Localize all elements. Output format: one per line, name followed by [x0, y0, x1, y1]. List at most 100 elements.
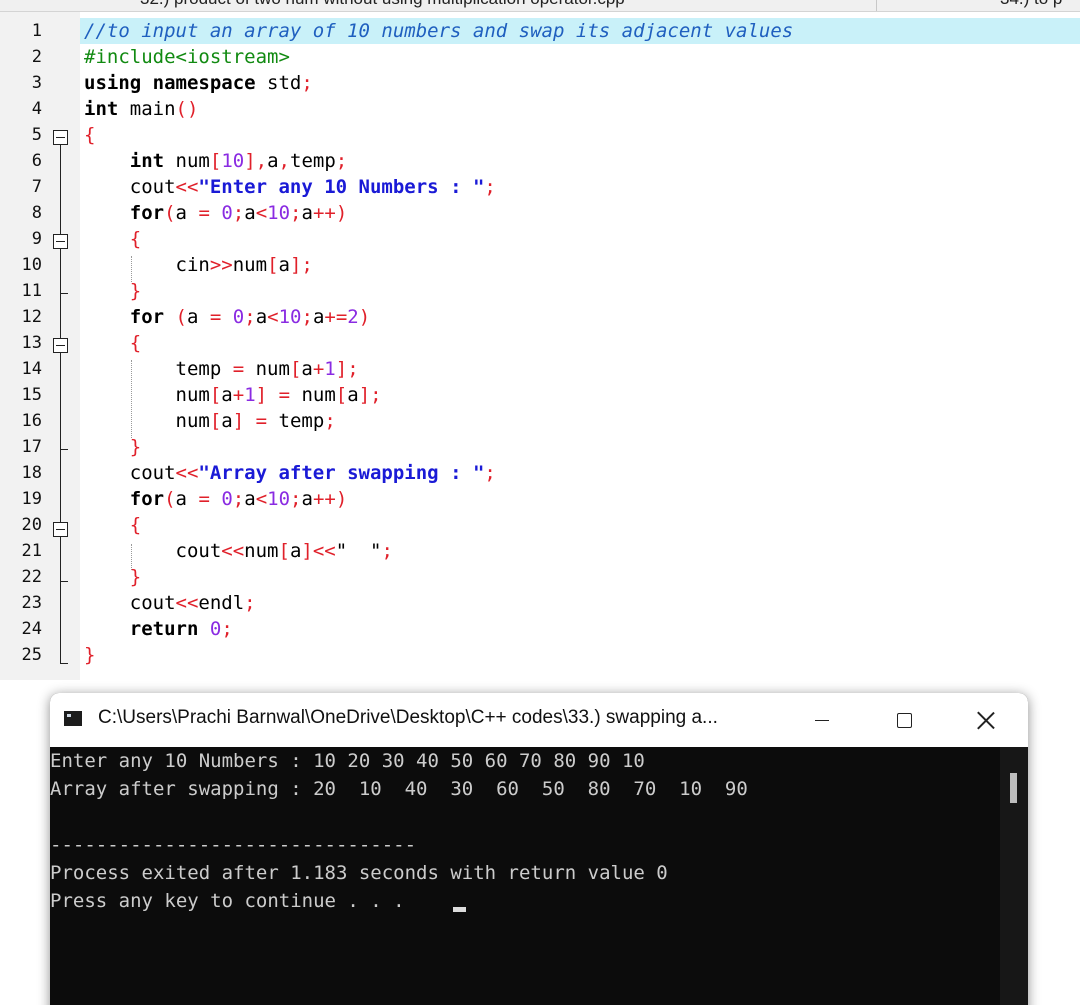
line-number: 19: [21, 489, 42, 509]
code-token: using namespace: [84, 72, 256, 94]
code-token: [: [209, 384, 222, 406]
line-number: 14: [21, 359, 42, 379]
code-line[interactable]: for(a = 0;a<10;a++): [80, 486, 1080, 512]
console-scrollbar[interactable]: [1000, 747, 1028, 1005]
code-token: >>: [209, 254, 233, 276]
code-token: 0: [221, 488, 233, 510]
code-token: +: [232, 384, 245, 406]
code-line[interactable]: {: [80, 330, 1080, 356]
code-token: 0: [221, 202, 233, 224]
code-token: 1: [244, 384, 256, 406]
code-token: cout: [84, 462, 176, 484]
code-token: <<: [175, 592, 199, 614]
code-token: for: [129, 488, 165, 510]
code-token: ;: [301, 72, 313, 94]
code-editor[interactable]: 1 2 3 4 5 6 7 8 9 10 11 12 13 14 15 16 17 18 19 20 21 22 23 24 2…: [0, 12, 1080, 680]
code-line[interactable]: int num[10],a,temp;: [80, 148, 1080, 174]
code-token: 10: [267, 488, 291, 510]
code-token: cout: [84, 592, 176, 614]
code-line[interactable]: using namespace std;: [80, 70, 1080, 96]
console-window[interactable]: C:\Users\Prachi Barnwal\OneDrive\Desktop…: [50, 693, 1028, 1005]
code-token: num: [84, 384, 210, 406]
tab-product-of-two-num[interactable]: 32.) product of two num without using mu…: [140, 0, 625, 11]
tab-to-p[interactable]: 34.) to p: [1000, 0, 1062, 11]
code-line[interactable]: }: [80, 434, 1080, 460]
minimize-button[interactable]: [791, 693, 853, 747]
fold-line-main: [60, 145, 61, 663]
code-line-text: cout<<endl;: [84, 590, 256, 616]
code-token: ;: [484, 176, 496, 198]
code-line-text: return 0;: [84, 616, 233, 642]
code-line[interactable]: cout<<"Enter any 10 Numbers : ";: [80, 174, 1080, 200]
code-token: int: [129, 150, 165, 172]
line-number: 24: [21, 619, 42, 639]
code-text-area[interactable]: //to input an array of 10 numbers and sw…: [80, 12, 1080, 680]
code-line[interactable]: cout<<num[a]<<" ";: [80, 538, 1080, 564]
code-token: a: [187, 306, 210, 328]
code-line-text: {: [84, 122, 95, 148]
scrollbar-thumb[interactable]: [1010, 773, 1017, 803]
code-line[interactable]: {: [80, 122, 1080, 148]
code-token: ;: [381, 540, 393, 562]
code-line[interactable]: {: [80, 512, 1080, 538]
code-line-text: cout<<"Enter any 10 Numbers : ";: [84, 174, 496, 200]
line-number: 17: [21, 437, 42, 457]
code-token: ;: [290, 488, 302, 510]
code-line[interactable]: for(a = 0;a<10;a++): [80, 200, 1080, 226]
code-line[interactable]: }: [80, 278, 1080, 304]
code-line-text: using namespace std;: [84, 70, 313, 96]
code-line-text: num[a] = temp;: [84, 408, 336, 434]
code-token: {: [129, 332, 142, 354]
line-number: 2: [31, 47, 42, 67]
close-button[interactable]: [955, 693, 1017, 747]
code-token: }: [129, 566, 142, 588]
code-token: {: [84, 124, 96, 146]
code-token: 0: [232, 306, 245, 328]
code-line[interactable]: {: [80, 226, 1080, 252]
code-line[interactable]: temp = num[a+1];: [80, 356, 1080, 382]
code-token: cout: [84, 540, 222, 562]
code-line[interactable]: #include<iostream>: [80, 44, 1080, 70]
code-token: ++): [312, 202, 348, 224]
fold-toggle-icon[interactable]: [53, 338, 68, 353]
file-tab-bar: 32.) product of two num without using mu…: [0, 0, 1080, 12]
fold-toggle-icon[interactable]: [53, 234, 68, 249]
maximize-button[interactable]: [873, 693, 935, 747]
code-token: a: [244, 202, 256, 224]
code-line-text: }: [84, 434, 141, 460]
code-line[interactable]: cout<<"Array after swapping : ";: [80, 460, 1080, 486]
code-token: 0: [209, 618, 222, 640]
code-line[interactable]: cin>>num[a];: [80, 252, 1080, 278]
line-number: 25: [21, 645, 42, 665]
code-token: num: [290, 384, 336, 406]
code-line[interactable]: return 0;: [80, 616, 1080, 642]
code-line[interactable]: num[a+1] = num[a];: [80, 382, 1080, 408]
fold-toggle-icon[interactable]: [53, 130, 68, 145]
code-line[interactable]: cout<<endl;: [80, 590, 1080, 616]
console-title-bar[interactable]: C:\Users\Prachi Barnwal\OneDrive\Desktop…: [50, 693, 1028, 747]
code-token: "Array after swapping : ": [198, 462, 485, 484]
code-token: " ": [335, 540, 382, 562]
code-token: <<: [175, 462, 199, 484]
code-line[interactable]: }: [80, 642, 1080, 668]
code-line-current[interactable]: //to input an array of 10 numbers and sw…: [80, 18, 1080, 44]
text-cursor: [453, 907, 466, 912]
console-title: C:\Users\Prachi Barnwal\OneDrive\Desktop…: [98, 707, 718, 728]
code-line[interactable]: }: [80, 564, 1080, 590]
code-line[interactable]: num[a] = temp;: [80, 408, 1080, 434]
code-line[interactable]: int main(): [80, 96, 1080, 122]
fold-toggle-icon[interactable]: [53, 522, 68, 537]
code-line-text: num[a+1] = num[a];: [84, 382, 382, 408]
line-number: 5: [31, 125, 42, 145]
code-token: [: [289, 358, 302, 380]
code-token: cin: [84, 254, 210, 276]
line-number: 20: [21, 515, 42, 535]
line-number: 18: [21, 463, 42, 483]
code-line[interactable]: for (a = 0;a<10;a+=2): [80, 304, 1080, 330]
code-token: ;: [290, 202, 302, 224]
code-line-text: {: [84, 512, 141, 538]
